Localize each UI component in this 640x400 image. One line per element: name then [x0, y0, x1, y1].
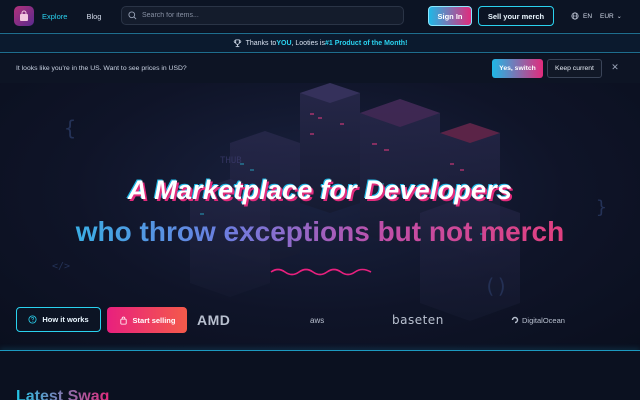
- nav-explore-link[interactable]: Explore: [42, 12, 67, 21]
- promo-text-a: Thanks to: [245, 39, 277, 47]
- close-icon[interactable]: ✕: [610, 62, 620, 72]
- how-it-works-button[interactable]: How it works: [16, 307, 101, 332]
- sponsor-aws-logo: aws: [310, 315, 325, 325]
- keep-currency-button[interactable]: Keep current: [547, 59, 602, 78]
- hero-headline-line2: who throw exceptions but not merch: [0, 216, 640, 248]
- promo-text-b: , Looties is: [291, 39, 325, 47]
- bag-icon: [20, 10, 28, 21]
- sponsor-digitalocean-logo: DigitalOcean: [511, 312, 565, 328]
- start-selling-button[interactable]: Start selling: [107, 307, 187, 333]
- search-bar[interactable]: [121, 6, 404, 25]
- currency-label: EUR: [600, 12, 614, 20]
- locale-selector[interactable]: EN EUR ⌄: [571, 10, 622, 22]
- svg-text:{: {: [64, 116, 76, 140]
- svg-text:(): (): [484, 274, 508, 298]
- nav-blog-link[interactable]: Blog: [86, 12, 101, 21]
- svg-text:</>: </>: [52, 261, 70, 272]
- chevron-down-icon: ⌄: [616, 13, 622, 20]
- looties-logo[interactable]: [14, 6, 34, 26]
- sponsor-amd-logo: AMD: [197, 312, 231, 328]
- digitalocean-label: DigitalOcean: [522, 315, 565, 325]
- help-circle-icon: [28, 315, 37, 324]
- shopping-bag-icon: [119, 316, 127, 325]
- sign-in-button[interactable]: Sign In: [428, 6, 472, 26]
- squiggle-underline-icon: [270, 268, 372, 276]
- promo-highlight-rank[interactable]: #1 Product of the Month!: [325, 40, 407, 47]
- search-icon: [128, 11, 137, 20]
- globe-icon: [571, 12, 579, 20]
- start-selling-label: Start selling: [132, 315, 176, 325]
- sell-merch-button[interactable]: Sell your merch: [478, 6, 554, 26]
- switch-currency-button[interactable]: Yes, switch: [492, 59, 543, 78]
- trophy-icon: [233, 38, 241, 47]
- latest-swag-title: Latest Swag: [16, 388, 109, 400]
- digitalocean-icon: [511, 316, 519, 324]
- promo-highlight-you: YOU: [276, 39, 292, 47]
- search-input[interactable]: [142, 12, 382, 19]
- language-label: EN: [583, 12, 593, 20]
- currency-message: It looks like you're in the US. Want to …: [16, 65, 187, 72]
- promo-banner: Thanks to YOU, Looties is #1 Product of …: [0, 33, 640, 53]
- currency-banner: It looks like you're in the US. Want to …: [0, 54, 640, 83]
- how-it-works-label: How it works: [42, 315, 89, 324]
- hero-headline-line1: A Marketplace for Developers: [127, 175, 513, 205]
- sponsor-baseten-logo: baseten: [392, 313, 444, 327]
- svg-text:THUB: THUB: [220, 156, 242, 166]
